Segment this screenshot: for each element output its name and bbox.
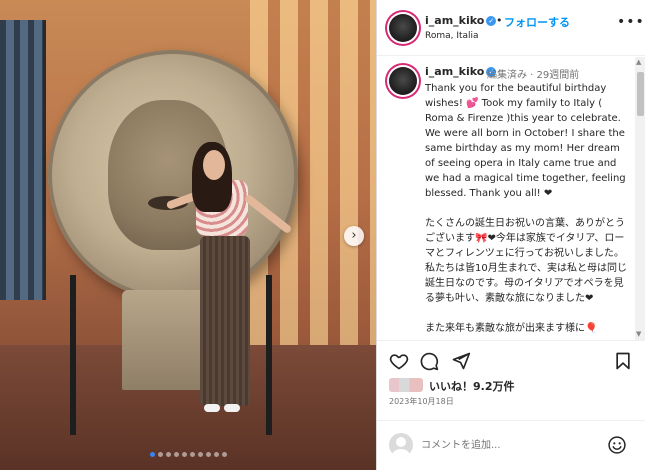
bookmark-icon[interactable]	[613, 351, 633, 371]
person-shoe-left	[204, 404, 220, 412]
follow-button[interactable]: フォローする	[504, 14, 570, 30]
username-text[interactable]: i_am_kiko	[425, 14, 484, 27]
more-options-icon[interactable]: •••	[617, 14, 645, 30]
carousel-dot[interactable]	[190, 452, 195, 457]
verified-icon: ✓	[486, 16, 497, 26]
heart-icon[interactable]	[389, 351, 409, 371]
caption-username[interactable]: i_am_kiko ✓	[425, 65, 497, 78]
separator: •	[496, 14, 503, 27]
carousel-dot[interactable]	[198, 452, 203, 457]
person-skirt	[200, 236, 250, 406]
pedestal	[122, 290, 206, 390]
carousel-dots	[150, 452, 227, 457]
caption-text: Thank you for the beautiful birthday wis…	[425, 83, 628, 334]
iron-gate	[0, 20, 46, 300]
carousel-dot[interactable]	[206, 452, 211, 457]
carousel-dot[interactable]	[150, 452, 155, 457]
post-header: i_am_kiko ✓ • フォローする Roma, Italia •••	[377, 0, 645, 56]
avatar[interactable]	[389, 14, 417, 42]
carousel-dot[interactable]	[166, 452, 171, 457]
rope-post-right	[266, 275, 272, 435]
scrollbar-thumb[interactable]	[637, 72, 644, 116]
user-avatar	[389, 433, 413, 457]
location-link[interactable]: Roma, Italia	[425, 31, 479, 41]
comment-box	[377, 420, 645, 470]
carousel-dot[interactable]	[214, 452, 219, 457]
caption-avatar[interactable]	[389, 67, 417, 95]
comment-icon[interactable]	[419, 351, 439, 371]
likes-count[interactable]: いいね！9.2万件	[429, 378, 515, 394]
share-icon[interactable]	[451, 351, 471, 371]
caption-username-text[interactable]: i_am_kiko	[425, 65, 484, 78]
smiley-icon[interactable]	[607, 435, 627, 455]
carousel-dot[interactable]	[174, 452, 179, 457]
carousel-dot[interactable]	[182, 452, 187, 457]
scroll-up-icon[interactable]: ▲	[636, 58, 641, 66]
person-shoe-right	[224, 404, 240, 412]
carousel-dot[interactable]	[222, 452, 227, 457]
post-photo[interactable]: ›	[0, 0, 376, 470]
post-username[interactable]: i_am_kiko ✓	[425, 14, 497, 27]
scroll-down-icon[interactable]: ▼	[636, 330, 641, 338]
rope-post-left	[70, 275, 76, 435]
person-face	[203, 150, 225, 180]
carousel-dot[interactable]	[158, 452, 163, 457]
chevron-right-icon[interactable]: ›	[344, 226, 364, 246]
post-sidebar: i_am_kiko ✓ • フォローする Roma, Italia ••• i_a…	[376, 0, 645, 470]
post-date[interactable]: 2023年10月18日	[389, 396, 454, 407]
caption-area: i_am_kiko ✓ 編集済み · 29週間前 Thank you for th…	[377, 57, 635, 340]
action-bar	[377, 340, 645, 380]
comment-input[interactable]	[421, 435, 591, 455]
liker-avatars	[389, 378, 423, 392]
caption-meta: 編集済み · 29週間前	[487, 70, 580, 81]
